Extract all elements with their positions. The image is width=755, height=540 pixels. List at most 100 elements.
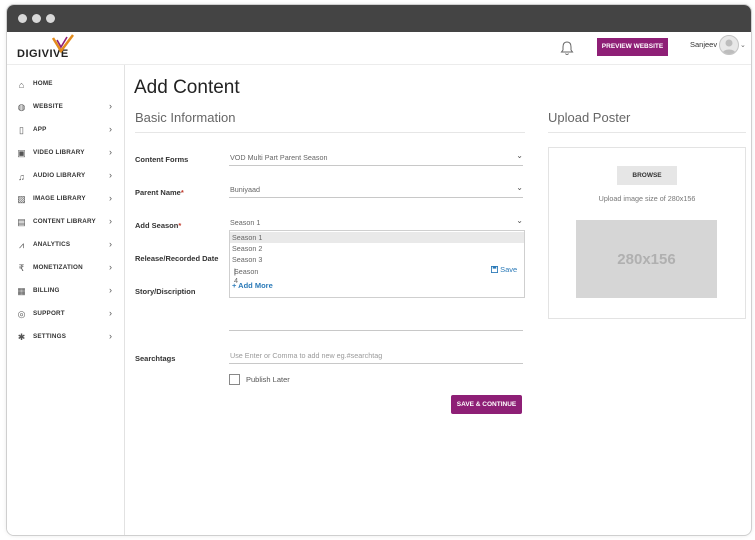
sidebar-item-label: SUPPORT <box>33 310 65 317</box>
video-icon: ▣ <box>17 148 26 158</box>
add-season-label-text: Add Season <box>135 221 179 230</box>
sidebar-item-label: ANALYTICS <box>33 241 71 248</box>
basic-information-heading: Basic Information <box>135 110 236 125</box>
billing-icon: ▦ <box>17 286 26 296</box>
globe-icon: ◍ <box>17 102 26 112</box>
sidebar-item-label: HOME <box>33 80 53 87</box>
required-mark: * <box>178 221 182 230</box>
release-date-label: Release/Recorded Date <box>135 254 219 263</box>
text-cursor: | <box>234 267 236 276</box>
season-option-label: Season 1 <box>232 233 263 242</box>
chevron-right-icon: › <box>109 147 112 157</box>
user-name[interactable]: Sanjeev <box>690 40 717 49</box>
poster-placeholder-image: 280x156 <box>576 220 717 298</box>
sidebar-item-label: CONTENT LIBRARY <box>33 218 96 225</box>
main-content: Add Content Basic Information Upload Pos… <box>125 65 751 535</box>
upload-hint: Upload image size of 280x156 <box>598 194 696 203</box>
publish-later-checkbox[interactable] <box>229 374 240 385</box>
sidebar-item-home[interactable]: ⌂ HOME <box>7 76 124 94</box>
window-dot <box>32 14 41 23</box>
sidebar-item-analytics[interactable]: ⩘ ANALYTICS › <box>7 237 124 255</box>
parent-name-label-text: Parent Name <box>135 188 181 197</box>
analytics-icon: ⩘ <box>18 240 25 250</box>
sidebar-item-label: APP <box>33 126 47 133</box>
upload-poster-heading: Upload Poster <box>548 110 631 125</box>
chevron-down-icon: ⌄ <box>516 151 523 160</box>
rupee-icon: ₹ <box>18 263 25 273</box>
sidebar-item-image-library[interactable]: ▨ IMAGE LIBRARY › <box>7 191 124 209</box>
content-library-icon: ▤ <box>17 217 26 227</box>
season-option-label: Season 3 <box>232 255 263 264</box>
chevron-right-icon: › <box>109 193 112 203</box>
story-textarea[interactable] <box>229 316 523 331</box>
chevron-right-icon: › <box>109 101 112 111</box>
sidebar-item-content-library[interactable]: ▤ CONTENT LIBRARY › <box>7 214 124 232</box>
add-season-select[interactable]: Season 1 ⌄ <box>229 216 523 230</box>
save-label: Save <box>500 265 518 274</box>
image-icon: ▨ <box>17 194 26 204</box>
sidebar-item-label: IMAGE LIBRARY <box>33 195 86 202</box>
browse-button[interactable]: BROWSE <box>617 166 677 185</box>
sidebar: ⌂ HOME ◍ WEBSITE › ▯ APP › ▣ VIDEO LIBRARY › ♫ AUDIO… <box>7 65 125 535</box>
season-edit-input[interactable]: Season 4 | <box>230 265 524 285</box>
chevron-right-icon: › <box>109 331 112 341</box>
music-icon: ♫ <box>18 171 25 182</box>
season-option[interactable]: Season 2 <box>230 243 524 254</box>
searchtags-placeholder: Use Enter or Comma to add new eg.#search… <box>230 351 383 360</box>
season-option-label: Season 2 <box>232 244 263 253</box>
sidebar-item-video-library[interactable]: ▣ VIDEO LIBRARY › <box>7 145 124 163</box>
mobile-icon: ▯ <box>19 125 24 135</box>
searchtags-input[interactable]: Use Enter or Comma to add new eg.#search… <box>229 349 523 364</box>
content-forms-value: VOD Multi Part Parent Season <box>230 153 328 162</box>
section-divider <box>135 132 525 133</box>
chevron-right-icon: › <box>109 308 112 318</box>
sidebar-item-label: BILLING <box>33 287 60 294</box>
sidebar-item-audio-library[interactable]: ♫ AUDIO LIBRARY › <box>7 168 124 186</box>
sidebar-item-label: SETTINGS <box>33 333 67 340</box>
sidebar-item-label: MONETIZATION <box>33 264 83 271</box>
sidebar-item-monetization[interactable]: ₹ MONETIZATION › <box>7 260 124 278</box>
save-continue-button[interactable]: SAVE & CONTINUE <box>451 395 522 414</box>
publish-later-label: Publish Later <box>246 375 290 384</box>
section-divider <box>548 132 746 133</box>
season-option[interactable]: Season 1 <box>230 232 524 243</box>
sidebar-item-label: VIDEO LIBRARY <box>33 149 85 156</box>
season-dropdown: Season 1 Season 2 Season 3 Season 4 | Sav… <box>229 230 525 298</box>
content-forms-select[interactable]: VOD Multi Part Parent Season ⌄ <box>229 151 523 166</box>
preview-website-button[interactable]: PREVIEW WEBSITE <box>597 38 668 56</box>
story-label: Story/Discription <box>135 287 196 296</box>
parent-name-select[interactable]: Buniyaad ⌄ <box>229 183 523 198</box>
sidebar-item-settings[interactable]: ✱ SETTINGS › <box>7 329 124 347</box>
window-titlebar <box>7 5 751 32</box>
app-header: DIGIVIVE PREVIEW WEBSITE Sanjeev ⌄ <box>7 32 751 65</box>
chevron-down-icon[interactable]: ⌄ <box>740 41 746 49</box>
season-save-button[interactable]: Save <box>491 265 517 274</box>
sidebar-item-app[interactable]: ▯ APP › <box>7 122 124 140</box>
sidebar-item-website[interactable]: ◍ WEBSITE › <box>7 99 124 117</box>
digivive-logo[interactable]: DIGIVIVE <box>17 34 74 60</box>
page-title: Add Content <box>134 77 240 98</box>
poster-upload-box: BROWSE Upload image size of 280x156 280x… <box>548 147 746 319</box>
add-more-button[interactable]: + Add More <box>232 281 273 290</box>
parent-name-label: Parent Name* <box>135 188 184 197</box>
content-forms-label: Content Forms <box>135 155 189 164</box>
season-option[interactable]: Season 3 <box>230 254 524 265</box>
required-mark: * <box>180 188 184 197</box>
bell-icon[interactable] <box>560 40 574 56</box>
chevron-right-icon: › <box>109 170 112 180</box>
sidebar-item-label: AUDIO LIBRARY <box>33 172 86 179</box>
chevron-right-icon: › <box>109 262 112 272</box>
chevron-right-icon: › <box>109 216 112 226</box>
sidebar-item-billing[interactable]: ▦ BILLING › <box>7 283 124 301</box>
chevron-down-icon: ⌄ <box>516 183 523 192</box>
sidebar-item-label: WEBSITE <box>33 103 64 110</box>
gear-icon: ✱ <box>17 332 26 342</box>
sidebar-item-support[interactable]: ◎ SUPPORT › <box>7 306 124 324</box>
save-icon <box>491 266 498 273</box>
add-season-label: Add Season* <box>135 221 181 230</box>
chevron-right-icon: › <box>109 285 112 295</box>
avatar[interactable] <box>719 35 739 55</box>
user-avatar-icon <box>722 39 736 54</box>
searchtags-label: Searchtags <box>135 354 176 363</box>
chevron-right-icon: › <box>109 239 112 249</box>
